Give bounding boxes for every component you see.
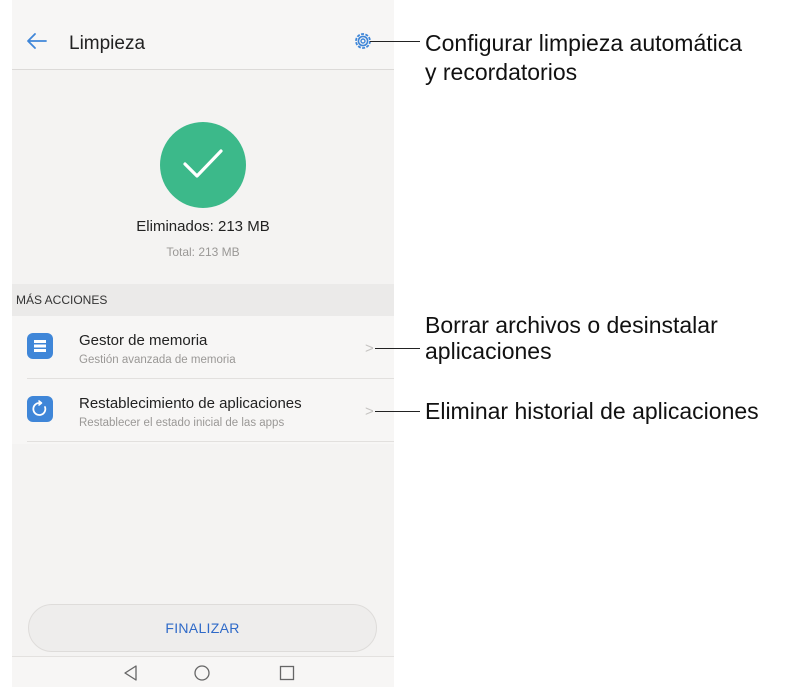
chevron-right-icon: >: [365, 403, 374, 420]
callout-reset: Eliminar historial de aplicaciones: [425, 398, 759, 424]
app-reset-title: Restablecimiento de aplicaciones: [79, 395, 302, 412]
nav-home-icon[interactable]: [193, 664, 211, 682]
actions-list: Gestor de memoria Gestión avanzada de me…: [12, 316, 394, 444]
deleted-size: Eliminados: 213 MB: [136, 218, 270, 235]
section-header: MÁS ACCIONES: [12, 284, 394, 316]
success-circle: [160, 122, 246, 208]
top-bar: Limpieza: [12, 0, 394, 70]
app-reset-subtitle: Restablecer el estado inicial de las app…: [79, 417, 285, 429]
callout-settings-line2: y recordatorios: [425, 59, 578, 85]
memory-manager-title: Gestor de memoria: [79, 332, 208, 349]
chevron-right-icon: >: [365, 340, 374, 357]
callout-settings-line1: Configurar limpieza automática: [425, 30, 743, 56]
memory-manager-subtitle: Gestión avanzada de memoria: [79, 354, 236, 366]
finish-button[interactable]: FINALIZAR: [28, 604, 377, 652]
back-arrow-icon[interactable]: [24, 28, 50, 54]
storage-list-icon: [27, 333, 53, 359]
divider: [27, 441, 394, 442]
system-nav-bar: [12, 656, 394, 687]
nav-back-icon[interactable]: [122, 664, 140, 682]
callout-line-settings: [370, 41, 420, 42]
callout-line-memory: [375, 348, 420, 349]
callout-line-reset: [375, 411, 420, 412]
total-size: Total: 213 MB: [166, 245, 240, 259]
phone-screen: Limpieza Eliminados: 213 MB Total: 213 M…: [12, 0, 394, 687]
callout-memory-line2: aplicaciones: [425, 338, 552, 364]
reset-arrow-icon: [27, 396, 53, 422]
nav-recents-icon[interactable]: [278, 664, 296, 682]
memory-manager-item[interactable]: Gestor de memoria Gestión avanzada de me…: [12, 316, 394, 379]
callout-memory-line1: Borrar archivos o desinstalar: [425, 312, 718, 338]
page-title: Limpieza: [69, 33, 146, 54]
checkmark-icon: [183, 149, 223, 178]
app-reset-item[interactable]: Restablecimiento de aplicaciones Restabl…: [12, 379, 394, 442]
